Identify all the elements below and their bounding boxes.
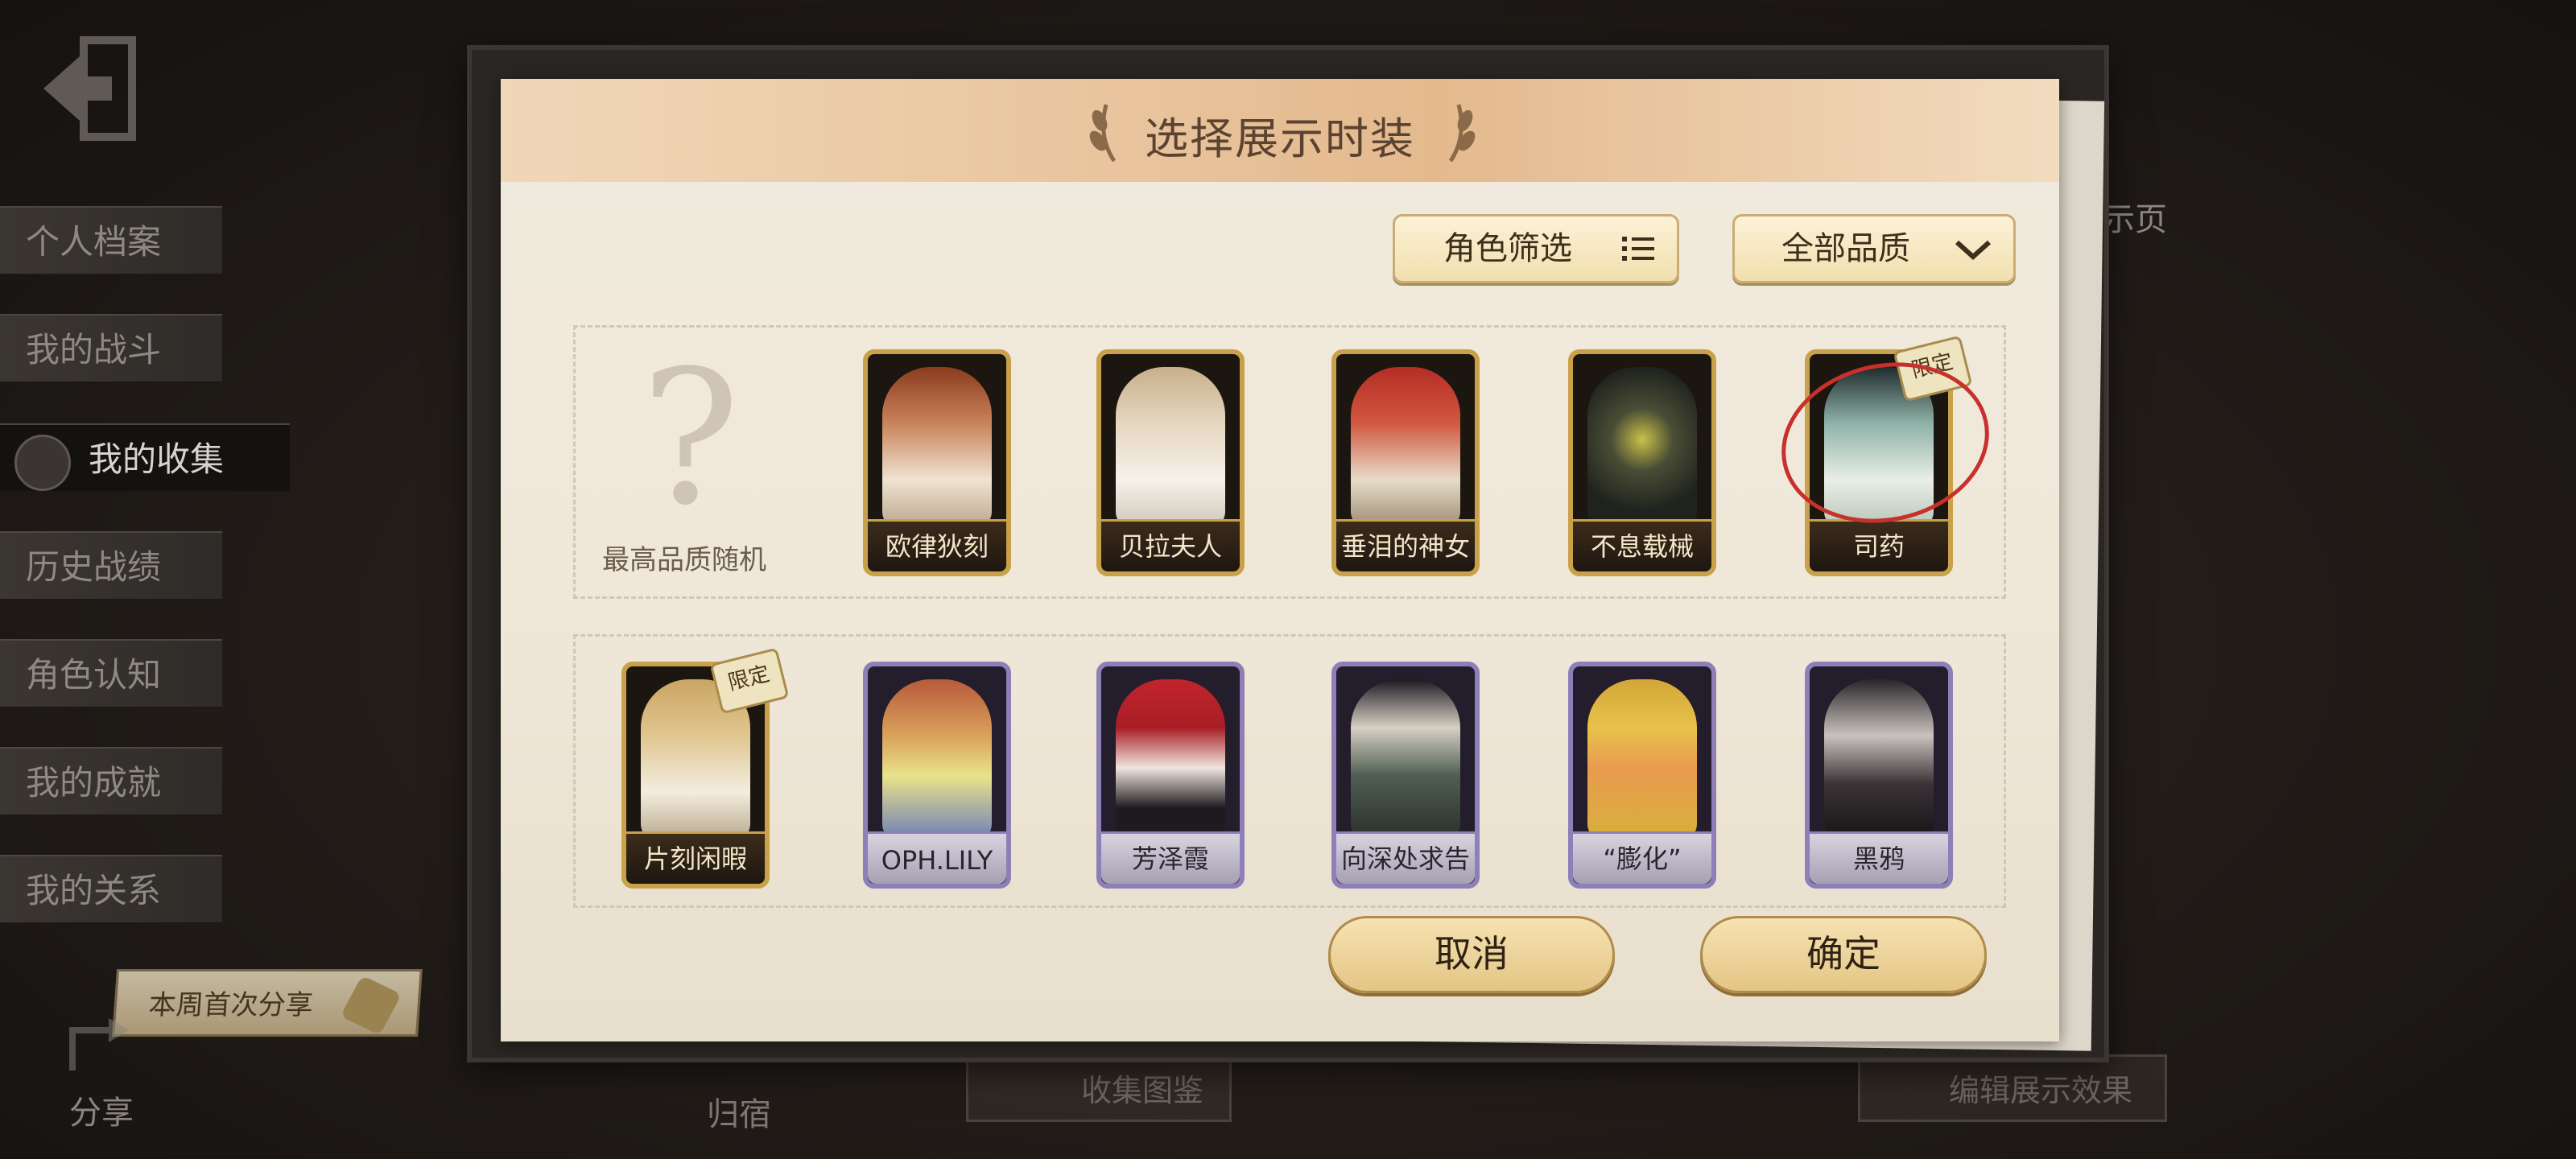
costume-portrait — [1116, 679, 1225, 840]
sidebar-item-achievement[interactable]: 我的成就 — [0, 747, 222, 816]
random-option-label: 最高品质随机 — [602, 544, 766, 576]
dialog-header: 选择展示时装 — [501, 79, 2059, 182]
costume-portrait — [1351, 679, 1460, 840]
role-filter-label: 角色筛选 — [1443, 230, 1572, 267]
costume-card[interactable]: 片刻闲暇 限定 — [621, 647, 790, 889]
sidebar-item-label: 我的关系 — [26, 871, 162, 910]
costume-name: 向深处求告 — [1340, 843, 1470, 874]
sidebar-item-label: 我的成就 — [26, 763, 162, 802]
confirm-button[interactable]: 确定 — [1700, 916, 1987, 993]
costume-portrait — [882, 367, 992, 528]
question-mark-icon: ? — [641, 332, 741, 547]
costume-portrait — [1587, 679, 1697, 840]
sidebar-item-character[interactable]: 角色认知 — [0, 639, 222, 708]
costume-card[interactable]: 黑鸦 — [1805, 662, 1953, 889]
costume-portrait — [1116, 367, 1225, 528]
sidebar-item-label: 我的收集 — [89, 439, 225, 479]
costume-name: “膨化” — [1603, 843, 1682, 874]
chevron-down-icon — [1955, 240, 1992, 261]
list-icon — [1622, 237, 1654, 261]
collection-badge-icon — [14, 435, 71, 491]
costume-card[interactable]: 不息载械 — [1568, 349, 1716, 576]
weekly-share-pill[interactable]: 本周首次分享 — [112, 969, 423, 1037]
share-pill-label: 本周首次分享 — [147, 989, 315, 1021]
sidebar-item-label: 我的战斗 — [26, 330, 162, 369]
sidebar-item-collection[interactable]: 我的收集 — [0, 423, 290, 493]
edit-display-button[interactable]: 编辑展示效果 — [1858, 1054, 2167, 1122]
costume-card[interactable]: “膨化” — [1568, 662, 1716, 889]
costume-name: 垂泪的神女 — [1340, 531, 1470, 562]
costume-card[interactable]: 贝拉夫人 — [1096, 349, 1245, 576]
costume-name: 贝拉夫人 — [1118, 531, 1222, 562]
costume-portrait — [882, 679, 992, 840]
costume-card[interactable]: 欧律狄刻 — [863, 349, 1011, 576]
sidebar-item-profile[interactable]: 个人档案 — [0, 206, 222, 275]
costume-portrait — [1824, 679, 1934, 840]
costume-card[interactable]: OPH.LILY — [863, 662, 1011, 889]
random-quality-option[interactable]: ? 最高品质随机 — [602, 332, 799, 586]
costume-name: 欧律狄刻 — [885, 531, 989, 562]
costume-card[interactable]: 芳泽霞 — [1096, 662, 1245, 889]
share-label: 分享 — [69, 1095, 134, 1132]
wheat-right-icon — [1448, 104, 1476, 163]
costume-name: 芳泽霞 — [1131, 843, 1209, 874]
costume-name: 不息载械 — [1590, 531, 1694, 562]
sidebar-item-label: 角色认知 — [26, 655, 162, 695]
quality-dropdown[interactable]: 全部品质 — [1732, 214, 2016, 283]
quality-dropdown-value: 全部品质 — [1781, 230, 1910, 267]
homeland-label: 归宿 — [707, 1096, 771, 1133]
costume-name: 片刻闲暇 — [643, 843, 747, 874]
costume-select-dialog: 选择展示时装 角色筛选 全部品质 ? 最高品质随机 欧律狄刻 贝拉夫人 垂泪的神… — [501, 79, 2059, 1041]
sidebar-item-battle[interactable]: 我的战斗 — [0, 314, 222, 383]
display-page-label: 示页 — [2103, 201, 2167, 238]
costume-portrait — [1587, 367, 1697, 528]
sidebar-item-label: 个人档案 — [26, 222, 162, 262]
collection-atlas-button[interactable]: 收集图鉴 — [966, 1054, 1232, 1122]
sidebar-item-label: 历史战绩 — [26, 547, 162, 587]
exit-icon[interactable] — [35, 32, 148, 145]
share-icon[interactable] — [56, 1006, 137, 1079]
sidebar-item-history[interactable]: 历史战绩 — [0, 531, 222, 600]
puzzle-icon — [340, 975, 402, 1036]
sidebar-item-relations[interactable]: 我的关系 — [0, 855, 222, 924]
costume-portrait — [1351, 367, 1460, 528]
costume-name: 黑鸦 — [1852, 843, 1905, 874]
costume-name: OPH.LILY — [881, 845, 993, 876]
dialog-title: 选择展示时装 — [1145, 113, 1415, 164]
costume-card[interactable]: 向深处求告 — [1331, 662, 1480, 889]
cancel-button[interactable]: 取消 — [1328, 916, 1615, 993]
costume-row-2 — [573, 634, 2006, 908]
costume-card[interactable]: 垂泪的神女 — [1331, 349, 1480, 576]
role-filter-button[interactable]: 角色筛选 — [1393, 214, 1679, 283]
costume-name: 司药 — [1852, 531, 1905, 562]
